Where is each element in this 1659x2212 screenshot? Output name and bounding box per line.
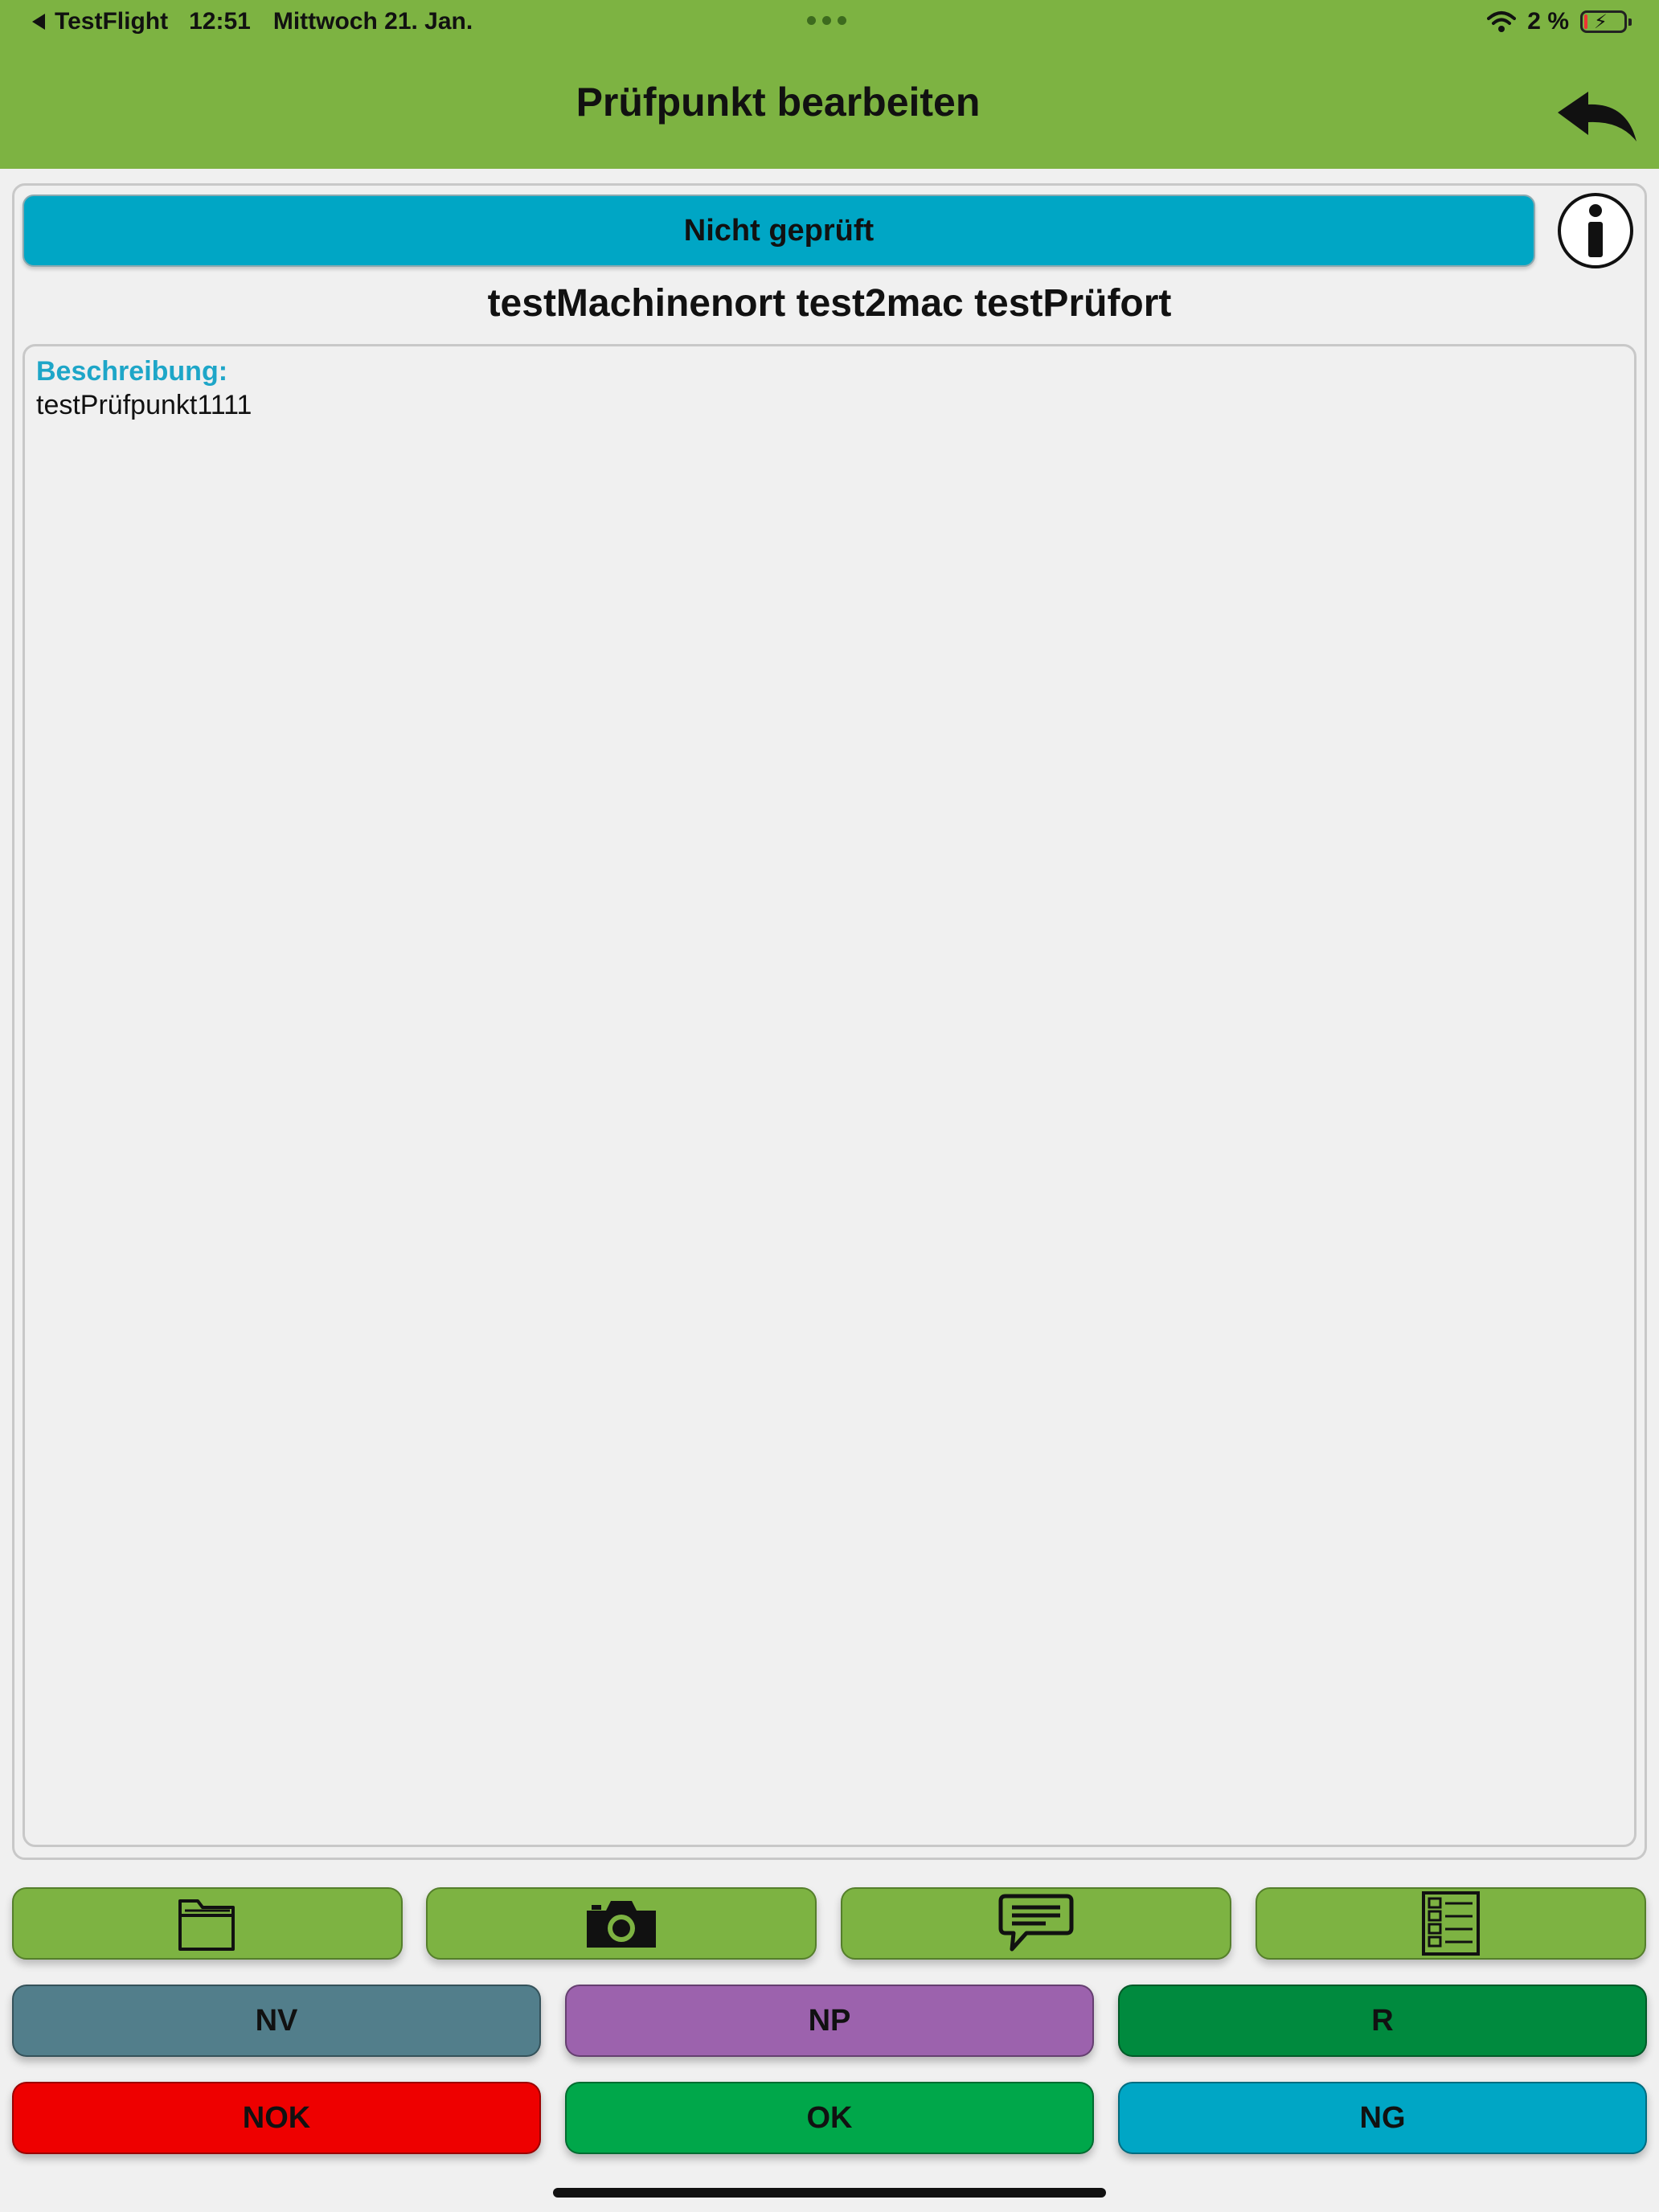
nok-button[interactable]: NOK (12, 2082, 541, 2154)
info-button[interactable] (1558, 193, 1633, 268)
check-status-button[interactable]: Nicht geprüft (23, 195, 1535, 267)
back-arrow-icon[interactable] (1553, 88, 1641, 153)
back-app-label[interactable]: TestFlight (55, 8, 168, 35)
charging-bolt-icon: ⚡ (1594, 11, 1608, 33)
multitasking-dots-icon[interactable] (807, 16, 846, 25)
r-button[interactable]: R (1118, 1985, 1647, 2057)
status-right: 2 % ⚡ (1487, 8, 1632, 35)
status-left[interactable]: TestFlight 12:51 Mittwoch 21. Jan. (32, 8, 473, 35)
location-path: testMachinenort test2mac testPrüfort (487, 282, 1172, 325)
back-to-app-icon (32, 14, 45, 30)
wifi-icon (1487, 11, 1517, 32)
home-indicator[interactable] (553, 2188, 1106, 2198)
folder-icon (178, 1899, 235, 1951)
checklist-icon (1422, 1891, 1480, 1956)
ok-button[interactable]: OK (565, 2082, 1094, 2154)
battery-icon: ⚡ (1580, 10, 1632, 33)
description-text: testPrüfpunkt1111 (36, 390, 252, 420)
attachments-button[interactable] (12, 1887, 403, 1960)
description-label: Beschreibung: (36, 356, 228, 387)
comment-button[interactable] (841, 1887, 1231, 1960)
camera-button[interactable] (426, 1887, 817, 1960)
nv-button[interactable]: NV (12, 1985, 541, 2057)
info-icon (1588, 204, 1603, 257)
status-time: 12:51 (189, 8, 251, 35)
battery-percent: 2 % (1527, 8, 1569, 35)
header-bar: TestFlight 12:51 Mittwoch 21. Jan. 2 % ⚡… (0, 0, 1659, 169)
camera-icon (587, 1901, 656, 1948)
np-button[interactable]: NP (565, 1985, 1094, 2057)
status-bar: TestFlight 12:51 Mittwoch 21. Jan. 2 % ⚡ (0, 0, 1659, 45)
status-date: Mittwoch 21. Jan. (272, 8, 473, 35)
checklist-button[interactable] (1256, 1887, 1646, 1960)
page-title: Prüfpunkt bearbeiten (576, 80, 981, 125)
comment-icon (998, 1894, 1074, 1952)
ng-button[interactable]: NG (1118, 2082, 1647, 2154)
description-panel: Beschreibung: testPrüfpunkt1111 (23, 344, 1636, 1847)
